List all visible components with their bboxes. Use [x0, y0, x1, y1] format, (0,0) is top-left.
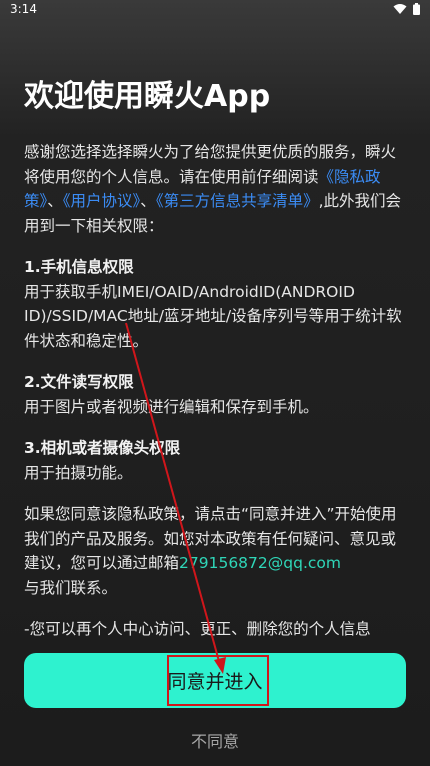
disagree-button[interactable]: 不同意: [0, 728, 430, 752]
contact-email-link[interactable]: 279156872@qq.com: [179, 554, 341, 572]
user-agreement-link[interactable]: 《用户协议》: [63, 192, 141, 210]
agree-and-enter-button[interactable]: 同意并进入: [24, 653, 406, 708]
permission-item-file-rw: 2.文件读写权限 用于图片或者视频进行编辑和保存到手机。: [24, 370, 410, 419]
permission-desc: 用于拍摄功能。: [24, 463, 133, 482]
status-icons: [393, 3, 420, 15]
permission-desc: 用于图片或者视频进行编辑和保存到手机。: [24, 397, 319, 416]
consent-text-end: 与我们联系。: [24, 578, 118, 597]
separator: 、: [140, 192, 156, 210]
status-bar: 3:14: [0, 0, 430, 24]
battery-icon: [413, 3, 420, 15]
permission-title: 1.手机信息权限: [24, 258, 134, 276]
permission-item-phone-info: 1.手机信息权限 用于获取手机IMEI/OAID/AndroidID(ANDRO…: [24, 255, 410, 353]
permission-desc: 用于获取手机IMEI/OAID/AndroidID(ANDROID ID)/SS…: [24, 282, 402, 350]
separator: 、: [47, 192, 63, 210]
privacy-content[interactable]: 感谢您选择选择瞬火为了给您提供更优质的服务，瞬火将使用您的个人信息。请在使用前仔…: [24, 140, 410, 652]
wifi-icon: [393, 4, 407, 14]
agree-button-label: 同意并进入: [167, 672, 263, 693]
permission-item-camera: 3.相机或者摄像头权限 用于拍摄功能。: [24, 436, 410, 485]
permission-title: 2.文件读写权限: [24, 373, 134, 391]
footer-note: -您可以再个人中心访问、更正、删除您的个人信息: [24, 617, 410, 642]
consent-paragraph: 如果您同意该隐私政策，请点击“同意并进入”开始使用我们的产品及服务。如您对本政策…: [24, 502, 410, 600]
permission-title: 3.相机或者摄像头权限: [24, 439, 181, 457]
footer-note-text: -您可以再个人中心访问、更正、删除您的个人信息: [24, 620, 371, 638]
status-time: 3:14: [10, 2, 37, 16]
third-party-sharing-link[interactable]: 《第三方信息共享清单》: [156, 192, 319, 210]
intro-paragraph: 感谢您选择选择瞬火为了给您提供更优质的服务，瞬火将使用您的个人信息。请在使用前仔…: [24, 140, 410, 238]
page-title: 欢迎使用瞬火App: [24, 79, 271, 114]
